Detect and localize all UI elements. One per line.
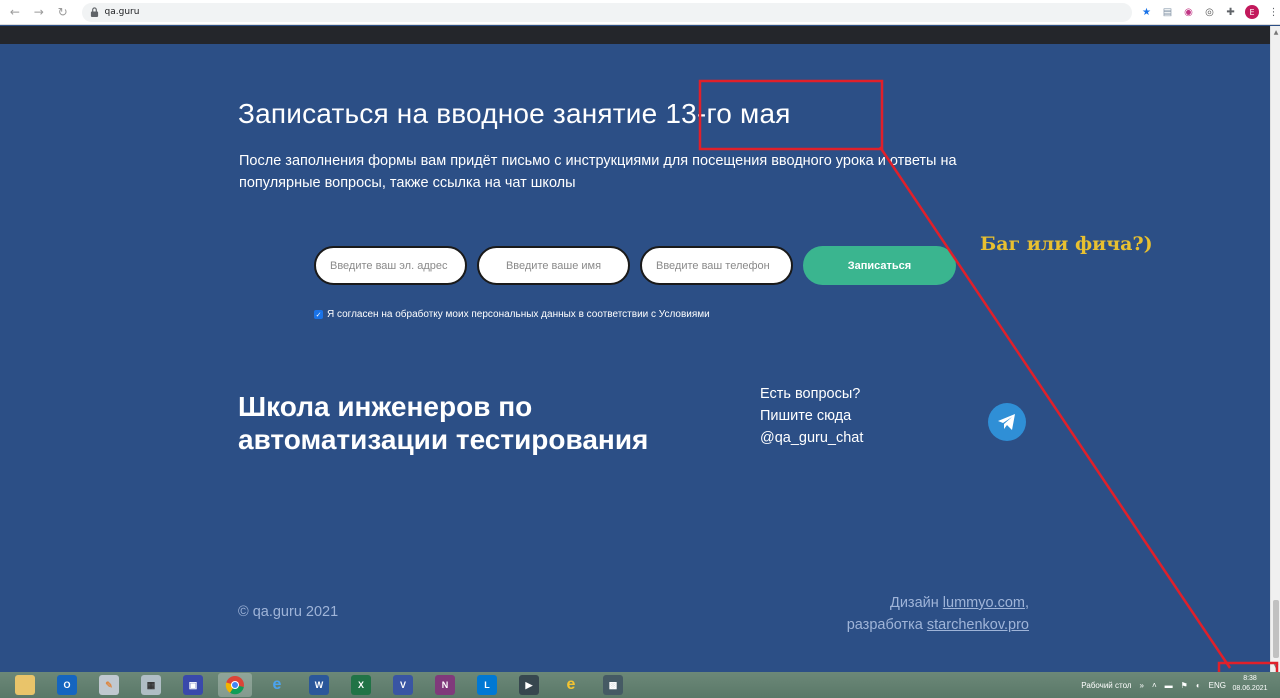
reload-icon[interactable]: ↻: [54, 3, 72, 21]
scroll-up-icon[interactable]: ▲: [1272, 28, 1280, 36]
scroll-down-icon[interactable]: ▼: [1272, 662, 1280, 670]
header-strip: [0, 26, 1270, 44]
windows-taskbar: O ✎ ▦ ▣ e W X V N L ▶ e ▩ Рабочий стол »…: [0, 672, 1280, 698]
taskbar-video[interactable]: ▶: [512, 673, 546, 697]
clapper-icon: ▶: [519, 675, 539, 695]
telegram-icon: [998, 414, 1015, 430]
back-icon[interactable]: ←: [6, 3, 24, 21]
browser-toolbar: ← → ↻ qa.guru ★ ▤ ◉ ◎ ✚ E ⋮: [0, 0, 1280, 25]
url-text: qa.guru: [104, 7, 140, 17]
scroll-thumb[interactable]: [1273, 600, 1279, 658]
image-app-icon: ▩: [603, 675, 623, 695]
arrow-up-icon[interactable]: ˄: [1152, 681, 1157, 690]
forward-icon[interactable]: →: [30, 3, 48, 21]
email-field[interactable]: [314, 246, 467, 285]
extension-doc-icon[interactable]: ▤: [1161, 6, 1174, 19]
extensions-puzzle-icon[interactable]: ✚: [1224, 6, 1237, 19]
lock-icon: [90, 7, 98, 17]
floppy-icon: ▣: [183, 675, 203, 695]
clock-time: 8:38: [1243, 675, 1257, 682]
calculator-icon: ▦: [141, 675, 161, 695]
contact-block: Есть вопросы? Пишите сюда @qa_guru_chat: [760, 383, 863, 449]
excel-icon: X: [351, 675, 371, 695]
taskbar-visio[interactable]: V: [386, 673, 420, 697]
signup-form: Записаться: [314, 246, 956, 285]
profile-avatar[interactable]: E: [1245, 5, 1260, 19]
phone-field[interactable]: [640, 246, 793, 285]
browser-e-icon: e: [566, 676, 576, 693]
taskbar-ie[interactable]: e: [260, 673, 294, 697]
ie-icon: e: [272, 676, 282, 693]
school-title: Школа инженеров по автоматизации тестиро…: [238, 391, 649, 455]
taskbar-save[interactable]: ▣: [176, 673, 210, 697]
design-comma: ,: [1024, 595, 1029, 611]
extension-camera-icon[interactable]: ◉: [1182, 6, 1195, 19]
onenote-icon: N: [435, 675, 455, 695]
chrome-icon: [225, 676, 244, 695]
system-clock[interactable]: 8:38 08.06.2021: [1228, 674, 1272, 694]
contact-question: Есть вопросы?: [760, 386, 861, 402]
volume-icon[interactable]: ◐: [1196, 681, 1201, 690]
contact-handle-link[interactable]: @qa_guru_chat: [760, 427, 863, 449]
extension-eye-icon[interactable]: ◎: [1203, 6, 1216, 19]
menu-dots-icon[interactable]: ⋮: [1267, 6, 1280, 19]
taskbar-paint[interactable]: ✎: [92, 673, 126, 697]
page-title: Записаться на вводное занятие 13-го мая: [238, 98, 791, 129]
design-label: Дизайн: [890, 595, 939, 611]
telegram-button[interactable]: [988, 403, 1026, 441]
name-field[interactable]: [477, 246, 630, 285]
desktop-toolbar-label[interactable]: Рабочий стол: [1081, 681, 1131, 690]
clock-date: 08.06.2021: [1232, 685, 1268, 692]
taskbar-chrome[interactable]: [218, 673, 252, 697]
tray-chevron[interactable]: »: [1140, 681, 1144, 690]
word-icon: W: [309, 675, 329, 695]
signup-button[interactable]: Записаться: [803, 246, 956, 285]
flag-icon[interactable]: ⚑: [1181, 681, 1188, 690]
footer-credits: Дизайн lummyo.com, разработка starchenko…: [847, 592, 1029, 636]
annotation-label: Баг или фича?): [980, 233, 1153, 255]
taskbar-edge[interactable]: e: [554, 673, 588, 697]
dev-label: разработка: [846, 617, 923, 633]
taskbar-explorer[interactable]: [8, 673, 42, 697]
taskbar-word[interactable]: W: [302, 673, 336, 697]
page-scrollbar[interactable]: ▲ ▼: [1270, 26, 1280, 672]
taskbar-image-app[interactable]: ▩: [596, 673, 630, 697]
contact-prompt: Пишите сюда: [760, 408, 852, 424]
consent-label: Я согласен на обработку моих персональны…: [327, 309, 710, 320]
dev-link[interactable]: starchenkov.pro: [927, 617, 1029, 633]
taskbar-calculator[interactable]: ▦: [134, 673, 168, 697]
system-tray: Рабочий стол » ˄ ▬ ⚑ ◐ ENG: [1081, 672, 1226, 698]
taskbar-outlook[interactable]: O: [50, 673, 84, 697]
lync-icon: L: [477, 675, 497, 695]
visio-icon: V: [393, 675, 413, 695]
consent-row: ✓ Я согласен на обработку моих персональ…: [314, 309, 710, 320]
bookmark-star-icon[interactable]: ★: [1140, 6, 1153, 19]
taskbar-lync[interactable]: L: [470, 673, 504, 697]
paint-icon: ✎: [99, 675, 119, 695]
taskbar-onenote[interactable]: N: [428, 673, 462, 697]
annotation-arrow-line: [878, 146, 1232, 669]
language-indicator[interactable]: ENG: [1209, 681, 1226, 690]
address-bar[interactable]: qa.guru: [81, 2, 1133, 22]
design-link[interactable]: lummyo.com: [943, 595, 1025, 611]
outlook-icon: O: [57, 675, 77, 695]
copyright-text: © qa.guru 2021: [238, 604, 339, 620]
network-icon[interactable]: ▬: [1165, 681, 1173, 690]
taskbar-excel[interactable]: X: [344, 673, 378, 697]
consent-checkbox[interactable]: ✓: [314, 310, 323, 319]
folder-icon: [15, 675, 35, 695]
form-description: После заполнения формы вам придёт письмо…: [239, 153, 957, 191]
